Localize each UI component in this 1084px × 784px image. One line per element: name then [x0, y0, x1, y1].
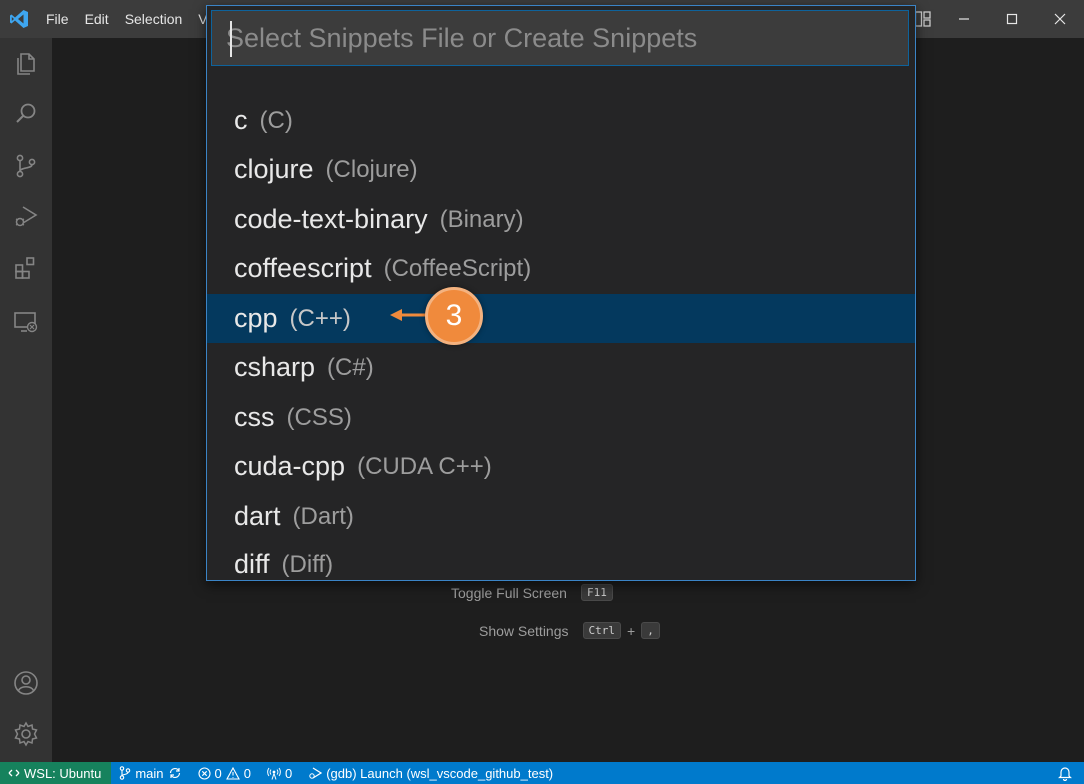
item-name: css: [234, 402, 275, 432]
debug-launch-label: (gdb) Launch (wsl_vscode_github_test): [326, 765, 554, 781]
item-description: (Diff): [281, 550, 334, 578]
item-name: cpp: [234, 303, 278, 333]
item-description: (CSS): [286, 403, 352, 431]
error-count: 0: [214, 765, 222, 781]
remote-label: WSL: Ubuntu: [24, 765, 102, 781]
remote-indicator[interactable]: WSL: Ubuntu: [0, 762, 112, 784]
sync-icon[interactable]: [168, 766, 182, 780]
maximize-button[interactable]: [988, 0, 1036, 38]
hint-toggle-full-screen: Toggle Full Screen F11: [451, 584, 613, 601]
item-name: diff: [234, 549, 270, 579]
item-name: code-text-binary: [234, 204, 428, 234]
branch-indicator[interactable]: main: [111, 766, 189, 781]
broadcast-icon: [267, 767, 281, 780]
item-description: (C): [259, 106, 293, 134]
list-item[interactable]: code-text-binary (Binary): [207, 195, 915, 244]
run-debug-icon[interactable]: [12, 202, 40, 230]
item-description: (Clojure): [325, 155, 418, 183]
list-item-selected-cpp[interactable]: cpp (C++): [207, 294, 915, 343]
problems-indicator[interactable]: 0 0: [190, 766, 259, 781]
item-name: cuda-cpp: [234, 451, 346, 481]
menu-bar: File Edit Selection V: [38, 0, 216, 38]
menu-edit[interactable]: Edit: [77, 11, 117, 27]
remote-explorer-icon[interactable]: [12, 308, 40, 336]
debug-launch-indicator[interactable]: (gdb) Launch (wsl_vscode_github_test): [300, 766, 561, 781]
extensions-icon[interactable]: [12, 254, 40, 282]
snippets-quick-pick: c (C) clojure (Clojure) code-text-binary…: [206, 5, 916, 581]
accounts-icon[interactable]: [12, 669, 40, 697]
git-branch-icon: [120, 766, 131, 780]
hint-show-settings: Show Settings Ctrl + ,: [479, 622, 660, 639]
list-item[interactable]: csharp (C#): [207, 343, 915, 392]
minimize-icon: [959, 18, 969, 20]
keybinding-key: Ctrl: [582, 622, 621, 639]
menu-selection[interactable]: Selection: [117, 11, 191, 27]
keybinding-key: ,: [641, 622, 660, 639]
search-icon[interactable]: [12, 100, 40, 128]
remote-icon: [8, 769, 20, 777]
list-item-partial: [207, 38, 915, 78]
keybinding-separator: +: [627, 622, 636, 639]
list-item[interactable]: css (CSS): [207, 393, 915, 442]
item-description: (C++): [289, 304, 351, 332]
keybinding-key: F11: [580, 584, 613, 601]
customize-layout-icon[interactable]: [914, 10, 932, 28]
ports-indicator[interactable]: 0: [259, 766, 300, 781]
item-name: c: [234, 105, 248, 135]
close-icon: [1054, 13, 1066, 25]
list-item[interactable]: diff (Diff): [207, 540, 915, 580]
step-badge: 3: [425, 287, 483, 345]
error-icon: [197, 766, 211, 780]
annotation-arrow-icon: [390, 309, 428, 321]
ports-count: 0: [284, 765, 293, 781]
window-controls: [940, 0, 1084, 38]
minimize-button[interactable]: [940, 0, 988, 38]
maximize-icon: [1006, 13, 1018, 25]
warning-count: 0: [243, 765, 251, 781]
list-item[interactable]: dart (Dart): [207, 492, 915, 541]
menu-file[interactable]: File: [38, 11, 77, 27]
item-name: csharp: [234, 352, 316, 382]
notifications-bell-icon[interactable]: [1058, 765, 1072, 781]
hint-label: Show Settings: [479, 622, 569, 639]
debug-launch-icon: [309, 766, 323, 779]
item-description: (CUDA C++): [357, 452, 492, 480]
list-item[interactable]: cuda-cpp (CUDA C++): [207, 442, 915, 491]
branch-name: main: [135, 765, 164, 781]
item-name: clojure: [234, 154, 314, 184]
status-bar: WSL: Ubuntu main 0 0 0 (gdb) Launch (wsl…: [0, 762, 1084, 784]
item-description: (Dart): [292, 502, 354, 530]
item-name: dart: [234, 501, 281, 531]
item-description: (Binary): [439, 205, 524, 233]
warning-icon: [225, 766, 240, 780]
gear-icon[interactable]: [12, 720, 40, 748]
item-description: (C#): [327, 353, 374, 381]
vscode-logo-icon: [10, 10, 28, 28]
quick-pick-list: c (C) clojure (Clojure) code-text-binary…: [207, 72, 915, 580]
list-item[interactable]: clojure (Clojure): [207, 145, 915, 194]
activity-bar: [0, 38, 52, 762]
hint-label: Toggle Full Screen: [451, 584, 567, 601]
item-name: coffeescript: [234, 253, 372, 283]
item-description: (CoffeeScript): [383, 254, 532, 282]
list-item[interactable]: coffeescript (CoffeeScript): [207, 244, 915, 293]
source-control-icon[interactable]: [12, 152, 40, 180]
close-button[interactable]: [1036, 0, 1084, 38]
explorer-icon[interactable]: [12, 50, 40, 78]
list-item[interactable]: c (C): [207, 96, 915, 145]
